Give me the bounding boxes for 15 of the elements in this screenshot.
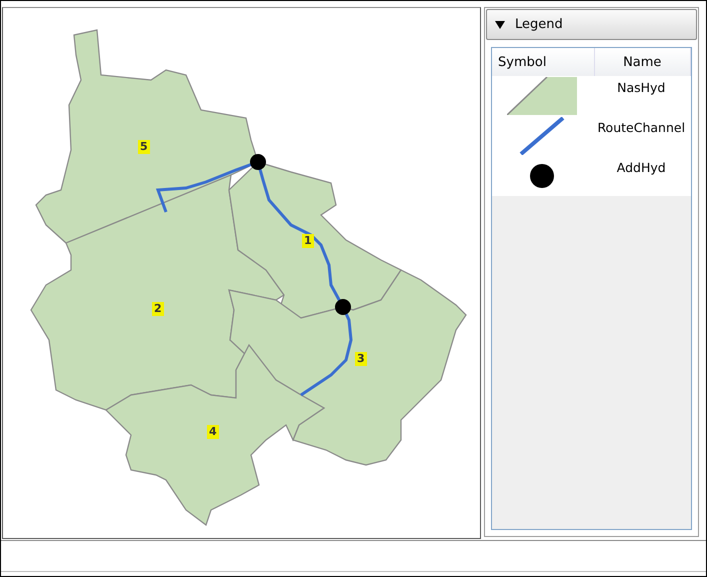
junction-dot [250,154,266,170]
subbasin-label: 2 [152,302,164,316]
subbasin-label: 4 [207,425,219,439]
subbasin-label: 1 [302,234,314,248]
subbasin-label: 5 [138,140,150,154]
junction-dot [335,299,351,315]
point-symbol-icon [528,163,555,189]
polygon-symbol-icon [506,77,577,115]
legend-name: RouteChannel [597,120,686,135]
legend-name: NasHyd [617,80,666,95]
legend-header[interactable]: Legend [486,9,697,40]
subbasin-label: 3 [355,352,367,366]
legend-name: AddHyd [616,160,666,175]
legend-title: Legend [515,17,563,32]
line-symbol-icon [518,117,565,155]
